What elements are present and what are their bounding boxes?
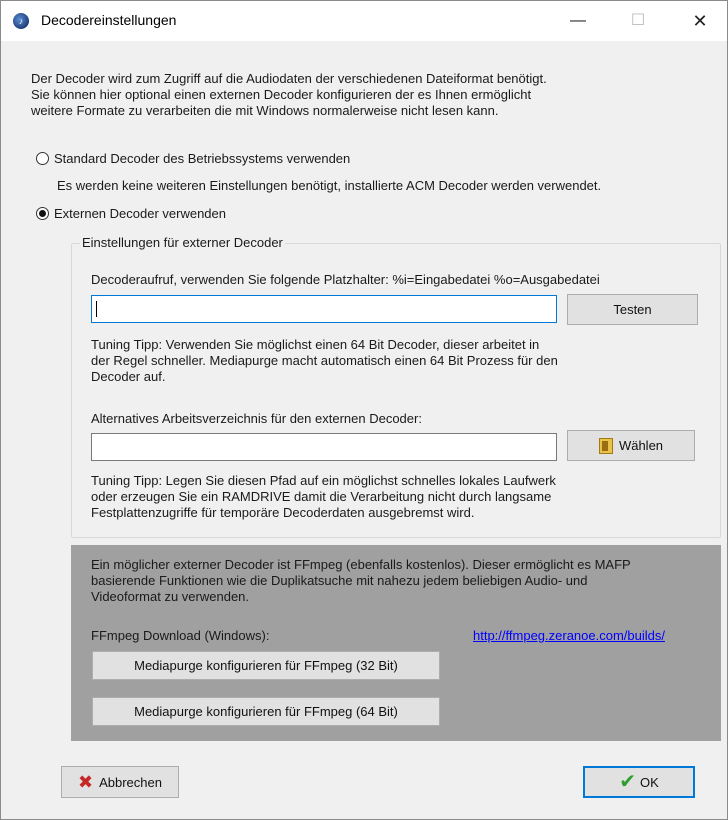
test-button[interactable]: Testen xyxy=(567,294,698,325)
decoder-call-input[interactable] xyxy=(91,295,557,323)
title-bar: ♪ Decodereinstellungen — ☐ ✕ xyxy=(1,1,727,41)
ffmpeg-download-link[interactable]: http://ffmpeg.zeranoe.com/builds/ xyxy=(473,628,665,643)
close-button[interactable]: ✕ xyxy=(677,1,723,41)
window-title: Decodereinstellungen xyxy=(41,12,177,28)
radio-button-checked[interactable] xyxy=(36,207,49,220)
radio-standard-label: Standard Decoder des Betriebssystems ver… xyxy=(54,151,351,166)
tuning-tip-ramdrive: Tuning Tipp: Legen Sie diesen Pfad auf e… xyxy=(91,473,671,521)
group-title: Einstellungen für externer Decoder xyxy=(80,235,285,250)
tip2-line-3: Festplattenzugriffe für temporäre Decode… xyxy=(91,505,475,520)
tip1-line-3: Decoder auf. xyxy=(91,369,166,384)
configure-ffmpeg-32bit-button[interactable]: Mediapurge konfigurieren für FFmpeg (32 … xyxy=(92,651,440,680)
intro-line-1: Der Decoder wird zum Zugriff auf die Aud… xyxy=(31,71,547,86)
workdir-label: Alternatives Arbeitsverzeichnis für den … xyxy=(91,411,422,426)
intro-text: Der Decoder wird zum Zugriff auf die Aud… xyxy=(31,71,711,119)
intro-line-3: weitere Formate zu verarbeiten die mit W… xyxy=(31,103,499,118)
decoder-call-label: Decoderaufruf, verwenden Sie folgende Pl… xyxy=(91,272,600,287)
tip2-line-1: Tuning Tipp: Legen Sie diesen Pfad auf e… xyxy=(91,473,556,488)
tip1-line-1: Tuning Tipp: Verwenden Sie möglichst ein… xyxy=(91,337,540,352)
ok-button[interactable]: ✔ OK xyxy=(583,766,695,798)
workdir-input[interactable] xyxy=(91,433,557,461)
test-button-label: Testen xyxy=(613,302,652,317)
ffmpeg-download-label: FFmpeg Download (Windows): xyxy=(91,628,270,643)
app-icon: ♪ xyxy=(13,13,29,29)
cancel-button[interactable]: ✖ Abbrechen xyxy=(61,766,179,798)
radio-button[interactable] xyxy=(36,152,49,165)
ffmpeg-line-1: Ein möglicher externer Decoder ist FFmpe… xyxy=(91,557,631,572)
choose-button[interactable]: Wählen xyxy=(567,430,695,461)
tip2-line-2: oder erzeugen Sie ein RAMDRIVE damit die… xyxy=(91,489,552,504)
configure-64bit-label: Mediapurge konfigurieren für FFmpeg (64 … xyxy=(134,704,398,719)
cancel-button-label: Abbrechen xyxy=(99,774,162,790)
tuning-tip-64bit: Tuning Tipp: Verwenden Sie möglichst ein… xyxy=(91,337,671,385)
radio-standard-decoder[interactable]: Standard Decoder des Betriebssystems ver… xyxy=(36,151,350,166)
intro-line-2: Sie können hier optional einen externen … xyxy=(31,87,532,102)
dialog-content: Der Decoder wird zum Zugriff auf die Aud… xyxy=(1,41,727,819)
configure-32bit-label: Mediapurge konfigurieren für FFmpeg (32 … xyxy=(134,658,398,673)
text-caret xyxy=(96,301,97,317)
x-icon: ✖ xyxy=(78,772,94,792)
configure-ffmpeg-64bit-button[interactable]: Mediapurge konfigurieren für FFmpeg (64 … xyxy=(92,697,440,726)
radio-external-decoder[interactable]: Externen Decoder verwenden xyxy=(36,206,226,221)
folder-icon xyxy=(598,437,613,454)
ffmpeg-line-3: Videoformat zu verwenden. xyxy=(91,589,250,604)
ffmpeg-line-2: basierende Funktionen wie die Duplikatsu… xyxy=(91,573,588,588)
ok-button-label: OK xyxy=(639,774,659,790)
checkmark-icon: ✔ xyxy=(619,771,636,793)
tip1-line-2: der Regel schneller. Mediapurge macht au… xyxy=(91,353,558,368)
standard-note: Es werden keine weiteren Einstellungen b… xyxy=(57,178,602,193)
radio-external-label: Externen Decoder verwenden xyxy=(54,206,226,221)
maximize-button[interactable]: ☐ xyxy=(615,1,661,41)
minimize-button[interactable]: — xyxy=(555,1,601,41)
ffmpeg-description: Ein möglicher externer Decoder ist FFmpe… xyxy=(91,557,711,605)
dialog-window: ♪ Decodereinstellungen — ☐ ✕ Der Decoder… xyxy=(0,0,728,820)
choose-button-label: Wählen xyxy=(618,438,664,453)
